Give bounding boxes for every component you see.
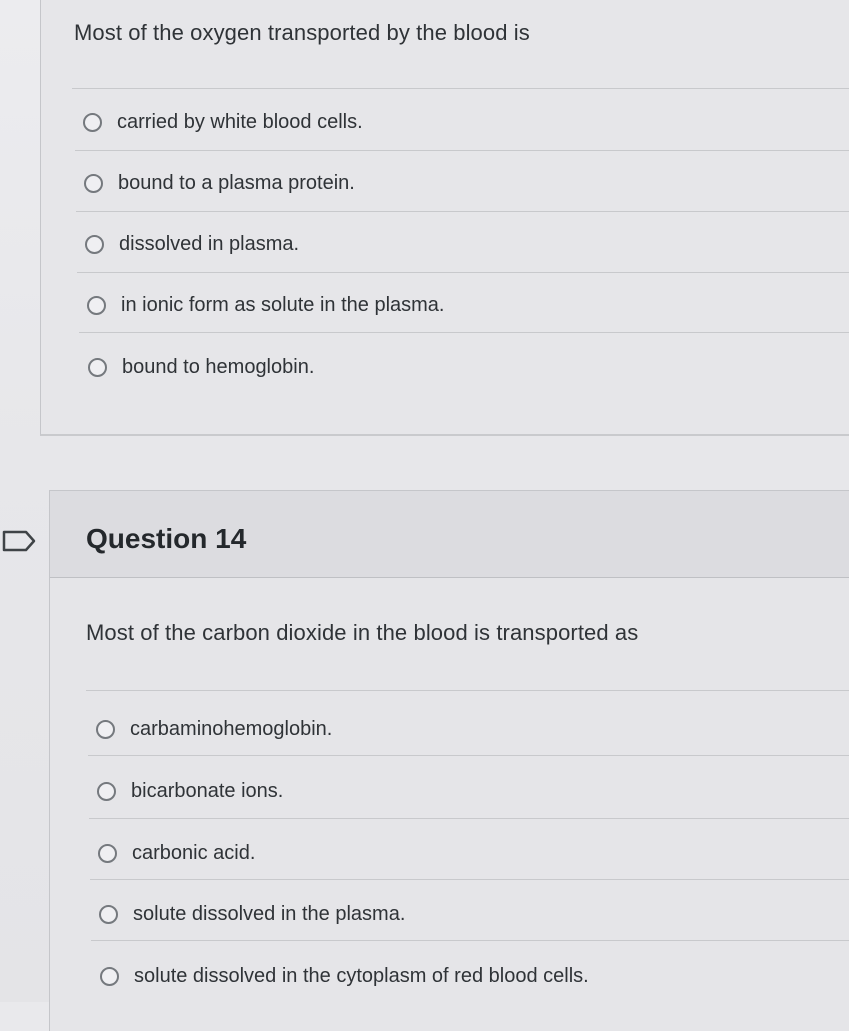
divider <box>76 211 849 212</box>
answer-option[interactable]: bound to hemoglobin. <box>88 356 314 379</box>
answer-label: bound to hemoglobin. <box>122 356 315 378</box>
answer-option[interactable]: solute dissolved in the cytoplasm of red… <box>100 965 589 988</box>
answer-option[interactable]: carbaminohemoglobin. <box>96 718 332 741</box>
answer-option[interactable]: carbonic acid. <box>98 842 255 865</box>
divider <box>75 150 849 151</box>
divider <box>89 818 849 819</box>
divider <box>91 940 849 941</box>
question-13-prompt: Most of the oxygen transported by the bl… <box>74 20 530 45</box>
divider <box>86 690 849 691</box>
answer-option[interactable]: bound to a plasma protein. <box>84 172 355 195</box>
flag-outline-icon[interactable] <box>2 530 36 552</box>
answer-option[interactable]: carried by white blood cells. <box>83 111 363 134</box>
question-title: Question 14 <box>86 523 247 554</box>
answer-label: dissolved in plasma. <box>119 233 300 255</box>
answer-label: carbonic acid. <box>132 842 256 864</box>
question-14-prompt: Most of the carbon dioxide in the blood … <box>86 620 639 645</box>
answer-option[interactable]: solute dissolved in the plasma. <box>99 903 405 926</box>
divider <box>88 755 849 756</box>
answer-label: carried by white blood cells. <box>117 111 363 133</box>
answer-label: solute dissolved in the plasma. <box>133 903 406 925</box>
divider <box>77 272 849 273</box>
question-14-card: Question 14 <box>49 490 849 1031</box>
radio-button-icon[interactable] <box>85 235 104 254</box>
quiz-page: Most of the oxygen transported by the bl… <box>0 0 849 1031</box>
answer-option[interactable]: bicarbonate ions. <box>97 780 283 803</box>
radio-button-icon[interactable] <box>84 174 103 193</box>
radio-button-icon[interactable] <box>83 113 102 132</box>
radio-button-icon[interactable] <box>97 782 116 801</box>
answer-option[interactable]: dissolved in plasma. <box>85 233 299 256</box>
radio-button-icon[interactable] <box>98 844 117 863</box>
radio-button-icon[interactable] <box>99 905 118 924</box>
radio-button-icon[interactable] <box>88 358 107 377</box>
question-header: Question 14 <box>50 491 849 578</box>
divider <box>72 88 849 89</box>
radio-button-icon[interactable] <box>96 720 115 739</box>
answer-option[interactable]: in ionic form as solute in the plasma. <box>87 294 445 317</box>
answer-label: in ionic form as solute in the plasma. <box>121 294 445 316</box>
radio-button-icon[interactable] <box>100 967 119 986</box>
divider <box>90 879 849 880</box>
radio-button-icon[interactable] <box>87 296 106 315</box>
answer-label: solute dissolved in the cytoplasm of red… <box>134 965 589 987</box>
answer-label: carbaminohemoglobin. <box>130 718 333 740</box>
answer-label: bound to a plasma protein. <box>118 172 355 194</box>
divider <box>79 332 849 333</box>
answer-label: bicarbonate ions. <box>131 780 284 802</box>
